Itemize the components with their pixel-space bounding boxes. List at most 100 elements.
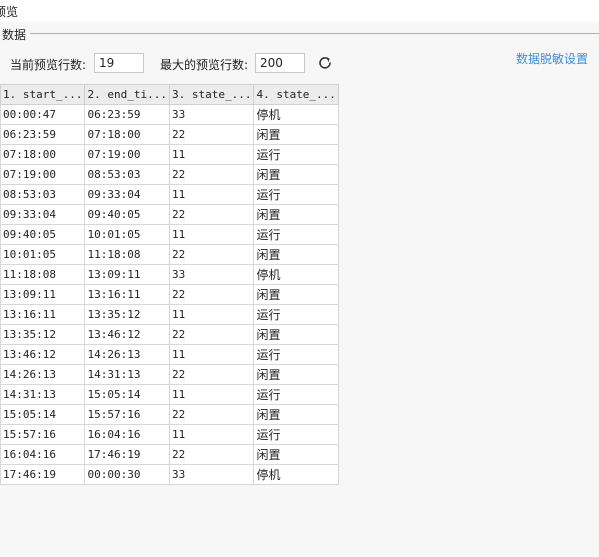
table-cell[interactable]: 10:01:05 — [84, 224, 170, 245]
table-row[interactable]: 15:57:16 16:04:16 11 运行 — [0, 424, 339, 445]
column-header-state-name[interactable]: 4. state_... — [253, 84, 339, 105]
table-cell[interactable]: 11 — [168, 424, 255, 445]
table-cell[interactable]: 00:00:30 — [84, 464, 170, 485]
data-masking-settings-link[interactable]: 数据脱敏设置 — [516, 50, 588, 67]
table-cell[interactable]: 运行 — [253, 424, 339, 445]
table-cell[interactable]: 09:40:05 — [84, 204, 170, 225]
table-cell[interactable]: 13:16:11 — [84, 284, 170, 305]
table-cell[interactable]: 13:09:11 — [0, 284, 86, 305]
table-row[interactable]: 10:01:05 11:18:08 22 闲置 — [0, 244, 339, 265]
table-cell[interactable]: 07:19:00 — [84, 144, 170, 165]
table-cell[interactable]: 11 — [168, 184, 255, 205]
table-cell[interactable]: 09:33:04 — [84, 184, 170, 205]
table-row[interactable]: 07:18:00 07:19:00 11 运行 — [0, 144, 339, 165]
table-cell[interactable]: 06:23:59 — [0, 124, 86, 145]
table-row[interactable]: 16:04:16 17:46:19 22 闲置 — [0, 444, 339, 465]
table-cell[interactable]: 13:09:11 — [84, 264, 170, 285]
table-cell[interactable]: 22 — [168, 284, 255, 305]
table-cell[interactable]: 08:53:03 — [0, 184, 86, 205]
table-row[interactable]: 06:23:59 07:18:00 22 闲置 — [0, 124, 339, 145]
table-cell[interactable]: 运行 — [253, 184, 339, 205]
table-cell[interactable]: 运行 — [253, 144, 339, 165]
table-cell[interactable]: 22 — [168, 364, 255, 385]
table-cell[interactable]: 15:05:14 — [0, 404, 86, 425]
table-cell[interactable]: 07:19:00 — [0, 164, 86, 185]
table-cell[interactable]: 14:31:13 — [0, 384, 86, 405]
table-cell[interactable]: 闲置 — [253, 244, 339, 265]
table-cell[interactable]: 停机 — [253, 264, 339, 285]
table-cell[interactable]: 17:46:19 — [0, 464, 86, 485]
table-cell[interactable]: 13:46:12 — [84, 324, 170, 345]
current-rows-input[interactable] — [94, 53, 144, 73]
table-row[interactable]: 08:53:03 09:33:04 11 运行 — [0, 184, 339, 205]
table-cell[interactable]: 13:35:12 — [84, 304, 170, 325]
table-cell[interactable]: 09:33:04 — [0, 204, 86, 225]
table-cell[interactable]: 14:26:13 — [0, 364, 86, 385]
table-row[interactable]: 09:33:04 09:40:05 22 闲置 — [0, 204, 339, 225]
table-cell[interactable]: 运行 — [253, 384, 339, 405]
table-cell[interactable]: 33 — [168, 104, 255, 125]
table-cell[interactable]: 运行 — [253, 224, 339, 245]
table-cell[interactable]: 22 — [168, 244, 255, 265]
column-header-state-code[interactable]: 3. state_... — [168, 84, 255, 105]
table-cell[interactable]: 11 — [168, 344, 255, 365]
table-cell[interactable]: 33 — [168, 264, 255, 285]
table-row[interactable]: 17:46:19 00:00:30 33 停机 — [0, 464, 339, 485]
table-cell[interactable]: 00:00:47 — [0, 104, 86, 125]
table-cell[interactable]: 08:53:03 — [84, 164, 170, 185]
table-cell[interactable]: 闲置 — [253, 164, 339, 185]
refresh-icon[interactable] — [317, 55, 333, 71]
table-cell[interactable]: 22 — [168, 444, 255, 465]
table-cell[interactable]: 22 — [168, 324, 255, 345]
table-cell[interactable]: 14:31:13 — [84, 364, 170, 385]
table-row[interactable]: 14:26:13 14:31:13 22 闲置 — [0, 364, 339, 385]
table-cell[interactable]: 11 — [168, 224, 255, 245]
table-row[interactable]: 13:16:11 13:35:12 11 运行 — [0, 304, 339, 325]
table-row[interactable]: 14:31:13 15:05:14 11 运行 — [0, 384, 339, 405]
table-row[interactable]: 07:19:00 08:53:03 22 闲置 — [0, 164, 339, 185]
table-cell[interactable]: 闲置 — [253, 324, 339, 345]
table-cell[interactable]: 闲置 — [253, 444, 339, 465]
table-row[interactable]: 13:46:12 14:26:13 11 运行 — [0, 344, 339, 365]
max-rows-input[interactable] — [255, 53, 305, 73]
table-cell[interactable]: 13:35:12 — [0, 324, 86, 345]
table-cell[interactable]: 06:23:59 — [84, 104, 170, 125]
table-cell[interactable]: 运行 — [253, 304, 339, 325]
table-cell[interactable]: 闲置 — [253, 284, 339, 305]
table-cell[interactable]: 13:16:11 — [0, 304, 86, 325]
table-cell[interactable]: 11 — [168, 144, 255, 165]
table-cell[interactable]: 15:05:14 — [84, 384, 170, 405]
table-cell[interactable]: 停机 — [253, 104, 339, 125]
table-cell[interactable]: 运行 — [253, 344, 339, 365]
table-cell[interactable]: 22 — [168, 164, 255, 185]
table-cell[interactable]: 22 — [168, 404, 255, 425]
table-cell[interactable]: 14:26:13 — [84, 344, 170, 365]
table-cell[interactable]: 16:04:16 — [84, 424, 170, 445]
table-cell[interactable]: 闲置 — [253, 364, 339, 385]
table-cell[interactable]: 09:40:05 — [0, 224, 86, 245]
table-row[interactable]: 11:18:08 13:09:11 33 停机 — [0, 264, 339, 285]
table-cell[interactable]: 17:46:19 — [84, 444, 170, 465]
table-cell[interactable]: 13:46:12 — [0, 344, 86, 365]
table-cell[interactable]: 07:18:00 — [0, 144, 86, 165]
table-row[interactable]: 15:05:14 15:57:16 22 闲置 — [0, 404, 339, 425]
table-cell[interactable]: 15:57:16 — [0, 424, 86, 445]
table-cell[interactable]: 闲置 — [253, 404, 339, 425]
table-cell[interactable]: 闲置 — [253, 204, 339, 225]
table-row[interactable]: 09:40:05 10:01:05 11 运行 — [0, 224, 339, 245]
table-cell[interactable]: 11 — [168, 384, 255, 405]
table-cell[interactable]: 停机 — [253, 464, 339, 485]
table-cell[interactable]: 22 — [168, 204, 255, 225]
table-cell[interactable]: 07:18:00 — [84, 124, 170, 145]
table-cell[interactable]: 22 — [168, 124, 255, 145]
table-cell[interactable]: 33 — [168, 464, 255, 485]
table-cell[interactable]: 闲置 — [253, 124, 339, 145]
table-row[interactable]: 13:35:12 13:46:12 22 闲置 — [0, 324, 339, 345]
table-cell[interactable]: 11:18:08 — [0, 264, 86, 285]
table-cell[interactable]: 11 — [168, 304, 255, 325]
column-header-start-time[interactable]: 1. start_... — [0, 84, 86, 105]
table-row[interactable]: 13:09:11 13:16:11 22 闲置 — [0, 284, 339, 305]
table-cell[interactable]: 10:01:05 — [0, 244, 86, 265]
table-cell[interactable]: 16:04:16 — [0, 444, 86, 465]
table-cell[interactable]: 15:57:16 — [84, 404, 170, 425]
